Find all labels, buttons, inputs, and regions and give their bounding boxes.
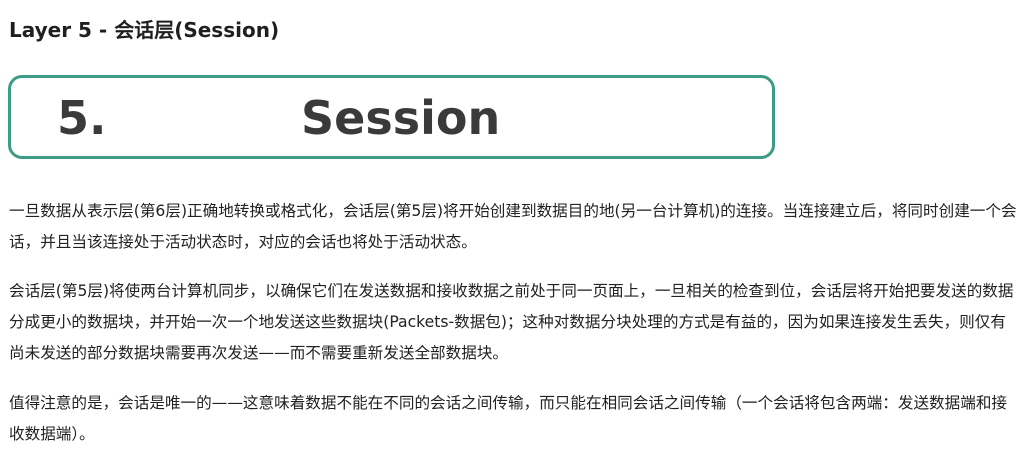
section-heading: Layer 5 - 会话层(Session): [9, 18, 280, 42]
banner-layer-name: Session: [301, 91, 501, 145]
banner-layer-number: 5.: [57, 91, 107, 145]
paragraph-synchronization: 会话层(第5层)将使两台计算机同步，以确保它们在发送数据和接收数据之前处于同一页…: [9, 282, 1014, 362]
paragraph-session-uniqueness: 值得注意的是，会话是唯一的——这意味着数据不能在不同的会话之间传输，而只能在相同…: [9, 394, 1008, 443]
session-banner-image: 5. Session: [8, 75, 775, 159]
paragraph-connection: 一旦数据从表示层(第6层)正确地转换或格式化，会话层(第5层)将开始创建到数据目…: [9, 202, 1017, 251]
